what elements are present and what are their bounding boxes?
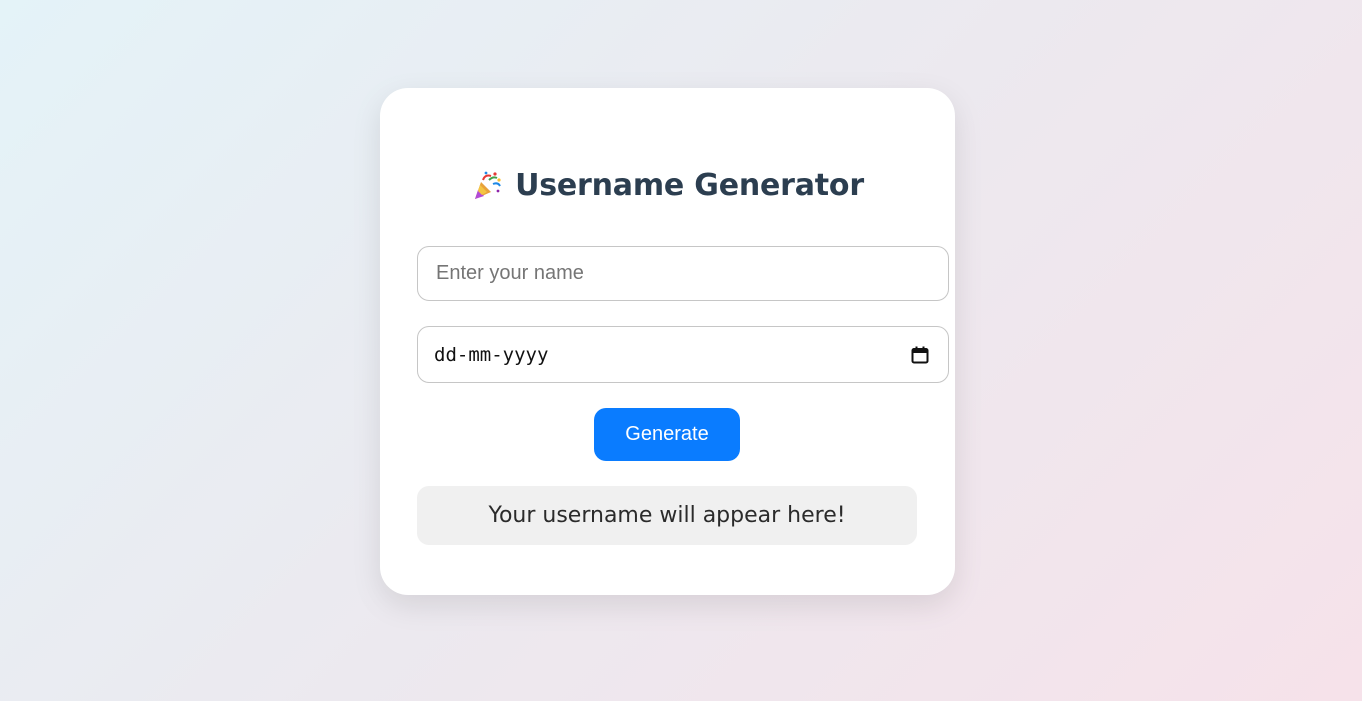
name-field-wrapper <box>417 246 949 301</box>
page-title: Username Generator <box>380 168 955 203</box>
result-box: Your username will appear here! <box>417 486 917 545</box>
generator-card: Username Generator dd-mm-yyyy Generate Y… <box>380 88 955 595</box>
title-text: Username Generator <box>515 168 864 203</box>
party-popper-icon <box>471 170 503 202</box>
result-text: Your username will appear here! <box>488 503 846 528</box>
generate-button[interactable]: Generate <box>594 408 740 461</box>
date-input[interactable]: dd-mm-yyyy <box>417 326 949 383</box>
date-placeholder: dd-mm-yyyy <box>434 343 549 366</box>
name-input[interactable] <box>434 261 932 286</box>
calendar-icon[interactable] <box>910 345 930 365</box>
